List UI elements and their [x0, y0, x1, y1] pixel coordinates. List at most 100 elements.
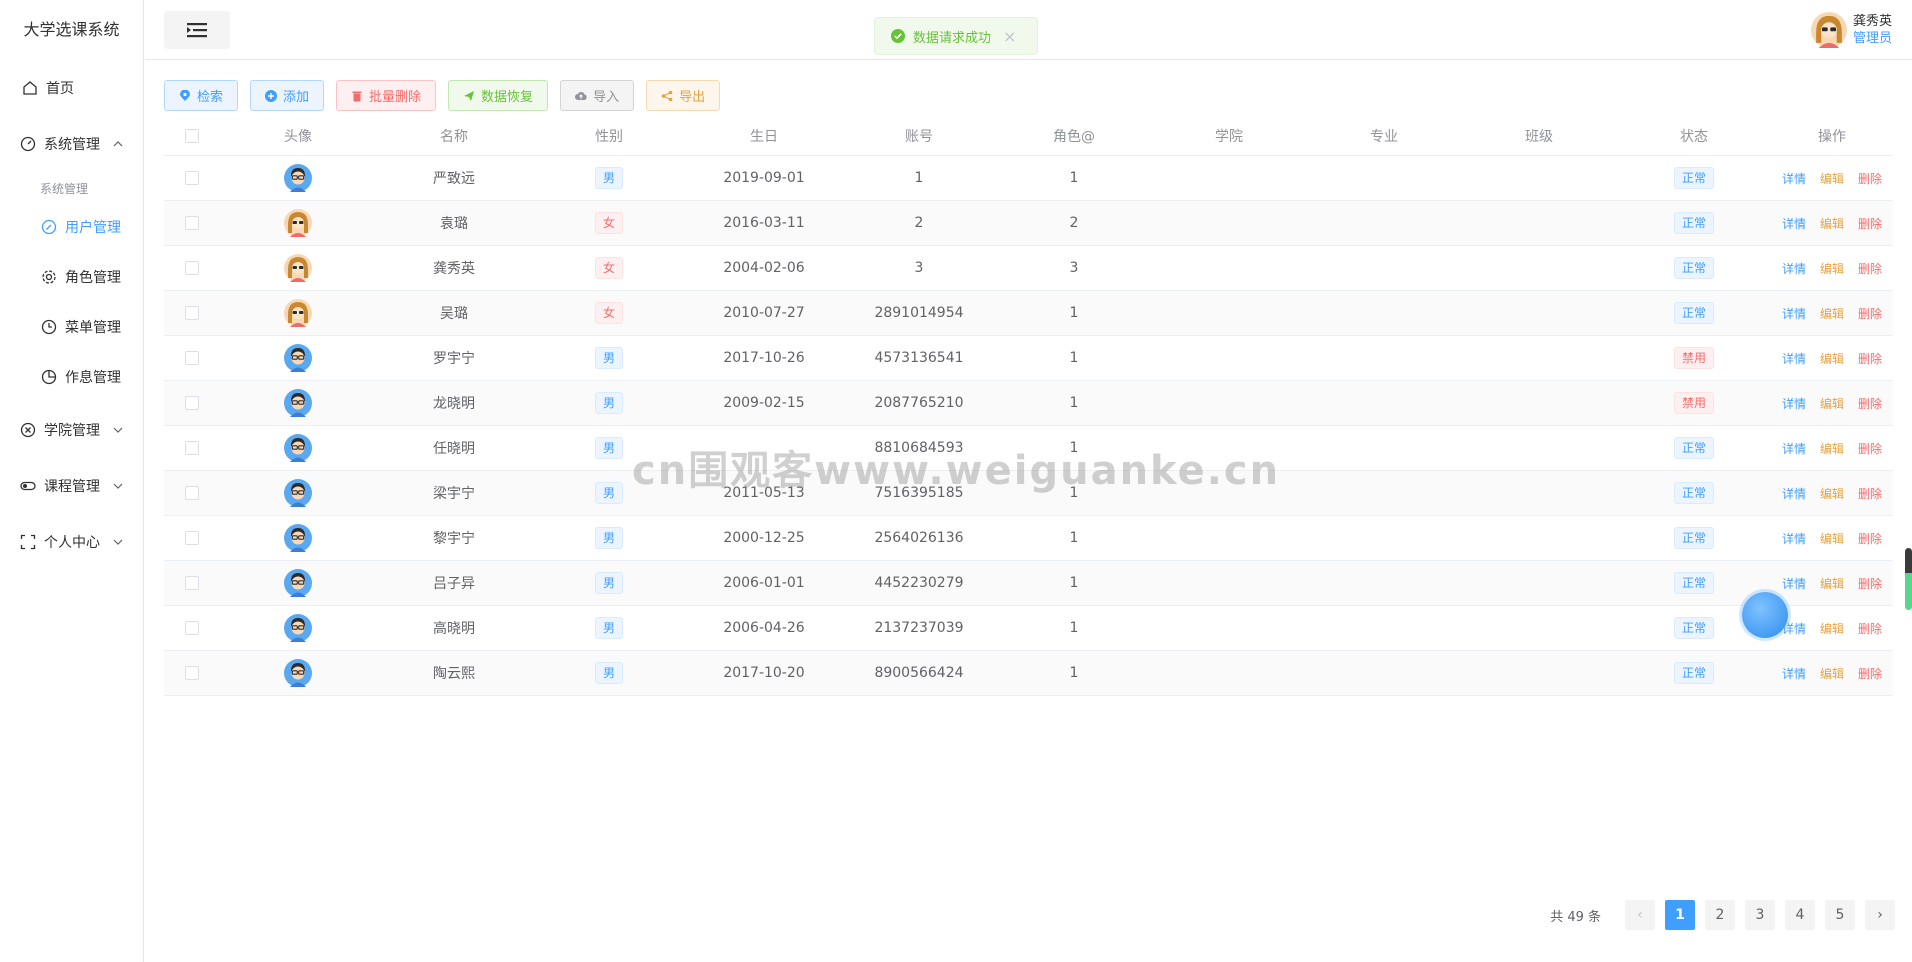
cell-name: 严致远 [433, 171, 475, 187]
chevron-down-icon [113, 427, 123, 433]
batch-delete-button[interactable]: 批量删除 [336, 80, 437, 111]
delete-button[interactable]: 删除 [1858, 305, 1882, 322]
edit-button[interactable]: 编辑 [1820, 260, 1844, 277]
delete-button[interactable]: 删除 [1858, 665, 1882, 682]
user-info[interactable]: 龚秀英 管理员 [1810, 12, 1892, 48]
edit-button[interactable]: 编辑 [1820, 440, 1844, 457]
edit-button[interactable]: 编辑 [1820, 350, 1844, 367]
gender-tag: 男 [594, 167, 624, 189]
row-checkbox[interactable] [185, 651, 199, 695]
row-checkbox[interactable] [185, 246, 199, 290]
search-button-label: 检索 [197, 90, 224, 105]
gender-tag: 男 [594, 662, 624, 684]
chevron-down-icon [113, 539, 123, 545]
edit-button[interactable]: 编辑 [1820, 665, 1844, 682]
delete-button[interactable]: 删除 [1858, 530, 1882, 547]
import-button[interactable]: 导入 [560, 80, 635, 111]
gear-icon [41, 269, 57, 285]
cell-status: 正常 [1673, 471, 1715, 515]
detail-button[interactable]: 详情 [1782, 350, 1806, 367]
row-checkbox[interactable] [185, 516, 199, 560]
page-button-1[interactable]: 1 [1665, 900, 1695, 930]
delete-button[interactable]: 删除 [1858, 485, 1882, 502]
cell-gender: 男 [594, 516, 624, 560]
sidebar-item-home[interactable]: 首页 [0, 68, 143, 108]
page-button-4[interactable]: 4 [1785, 900, 1815, 930]
row-checkbox[interactable] [185, 201, 199, 245]
edit-button[interactable]: 编辑 [1820, 530, 1844, 547]
delete-button[interactable]: 删除 [1858, 260, 1882, 277]
detail-button[interactable]: 详情 [1782, 260, 1806, 277]
export-button[interactable]: 导出 [646, 80, 721, 111]
row-checkbox[interactable] [185, 606, 199, 650]
delete-button[interactable]: 删除 [1858, 170, 1882, 187]
status-badge: 禁用 [1673, 392, 1715, 414]
detail-button[interactable]: 详情 [1782, 575, 1806, 592]
search-button[interactable]: 检索 [164, 80, 239, 111]
cell-name: 黎宇宁 [433, 531, 475, 547]
edit-button[interactable]: 编辑 [1820, 305, 1844, 322]
detail-button[interactable]: 详情 [1782, 395, 1806, 412]
sidebar-item-schedule-mgmt[interactable]: 作息管理 [0, 357, 143, 397]
restore-button[interactable]: 数据恢复 [448, 80, 549, 111]
add-button[interactable]: 添加 [250, 80, 325, 111]
user-name: 龚秀英 [1852, 14, 1892, 29]
cell-actions: 详情 编辑 删除 [1775, 606, 1889, 650]
row-checkbox[interactable] [185, 336, 199, 380]
edit-button[interactable]: 编辑 [1820, 575, 1844, 592]
next-page-button[interactable]: › [1865, 900, 1895, 930]
hamburger-button[interactable] [164, 11, 230, 49]
cell-birthday: 2006-04-26 [723, 620, 805, 636]
user-role: 管理员 [1852, 31, 1892, 46]
row-checkbox[interactable] [185, 471, 199, 515]
status-badge: 禁用 [1673, 347, 1715, 369]
prev-page-button[interactable]: ‹ [1625, 900, 1655, 930]
row-checkbox[interactable] [185, 156, 199, 200]
select-all-checkbox[interactable] [185, 116, 199, 155]
detail-button[interactable]: 详情 [1782, 305, 1806, 322]
cell-gender: 男 [594, 426, 624, 470]
page-button-2[interactable]: 2 [1705, 900, 1735, 930]
edit-button[interactable]: 编辑 [1820, 620, 1844, 637]
gender-tag: 男 [594, 482, 624, 504]
edit-button[interactable]: 编辑 [1820, 170, 1844, 187]
avatar [284, 336, 312, 380]
detail-button[interactable]: 详情 [1782, 170, 1806, 187]
edit-button[interactable]: 编辑 [1820, 485, 1844, 502]
detail-button[interactable]: 详情 [1782, 485, 1806, 502]
delete-button[interactable]: 删除 [1858, 440, 1882, 457]
detail-button[interactable]: 详情 [1782, 665, 1806, 682]
restore-button-label: 数据恢复 [481, 90, 534, 105]
delete-button[interactable]: 删除 [1858, 395, 1882, 412]
sidebar-item-personal[interactable]: 个人中心 [0, 522, 143, 562]
cell-actions: 详情 编辑 删除 [1775, 201, 1889, 245]
delete-button[interactable]: 删除 [1858, 350, 1882, 367]
page-button-5[interactable]: 5 [1825, 900, 1855, 930]
row-checkbox[interactable] [185, 426, 199, 470]
cell-birthday: 2010-07-27 [723, 305, 805, 321]
cell-actions: 详情 编辑 删除 [1775, 516, 1889, 560]
sidebar-item-college[interactable]: 学院管理 [0, 410, 143, 450]
row-checkbox[interactable] [185, 381, 199, 425]
sidebar-item-course[interactable]: 课程管理 [0, 466, 143, 506]
row-checkbox[interactable] [185, 291, 199, 335]
sidebar-item-role-mgmt[interactable]: 角色管理 [0, 257, 143, 297]
delete-button[interactable]: 删除 [1858, 215, 1882, 232]
close-icon[interactable]: × [1003, 27, 1016, 46]
cell-birthday: 2004-02-06 [723, 260, 805, 276]
delete-button[interactable]: 删除 [1858, 620, 1882, 637]
edit-button[interactable]: 编辑 [1820, 215, 1844, 232]
row-checkbox[interactable] [185, 561, 199, 605]
delete-button[interactable]: 删除 [1858, 575, 1882, 592]
page-button-3[interactable]: 3 [1745, 900, 1775, 930]
sidebar-item-system[interactable]: 系统管理 [0, 124, 143, 164]
detail-button[interactable]: 详情 [1782, 215, 1806, 232]
edit-button[interactable]: 编辑 [1820, 395, 1844, 412]
sidebar-item-user-mgmt[interactable]: 用户管理 [0, 207, 143, 247]
floating-assistant-button[interactable] [1742, 592, 1788, 638]
detail-button[interactable]: 详情 [1782, 440, 1806, 457]
plus-circle-icon [265, 89, 278, 102]
sidebar-item-menu-mgmt[interactable]: 菜单管理 [0, 307, 143, 347]
side-scroll-indicator[interactable] [1905, 548, 1912, 610]
detail-button[interactable]: 详情 [1782, 530, 1806, 547]
